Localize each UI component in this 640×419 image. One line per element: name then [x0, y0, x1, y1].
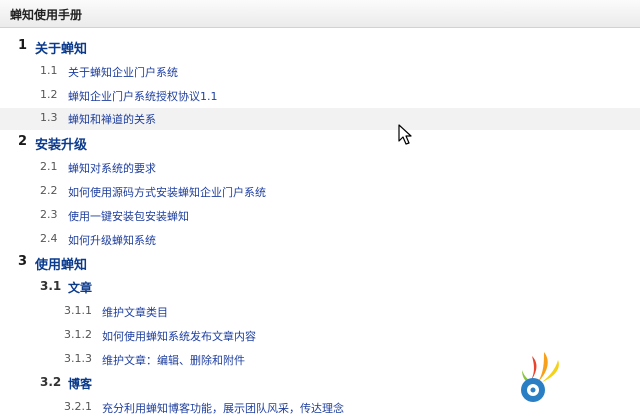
toc-link[interactable]: 如何使用蝉知系统发布文章内容	[102, 328, 256, 344]
toc-link[interactable]: 维护文章：编辑、删除和附件	[102, 352, 245, 368]
toc-link[interactable]: 蝉知对系统的要求	[68, 160, 156, 176]
toc-item-2-1[interactable]: 2.1 蝉知对系统的要求	[0, 157, 640, 179]
toc-number: 3.2.1	[64, 400, 92, 413]
toc-link[interactable]: 安装升级	[35, 134, 87, 153]
toc-number: 2	[18, 134, 28, 149]
toc-number: 2.3	[40, 208, 58, 221]
toc-number: 1.3	[40, 111, 58, 124]
toc-link[interactable]: 蝉知企业门户系统授权协议1.1	[68, 88, 218, 104]
toc-number: 3.1.3	[64, 352, 92, 365]
toc-link[interactable]: 蝉知和禅道的关系	[68, 111, 156, 127]
toc-number: 3	[18, 254, 28, 269]
toc-item-2-4[interactable]: 2.4 如何升级蝉知系统	[0, 229, 640, 251]
toc-item-3-1-1[interactable]: 3.1.1 维护文章类目	[0, 301, 640, 323]
toc-number: 3.2	[40, 375, 62, 389]
toc-link[interactable]: 维护文章类目	[102, 304, 168, 320]
toc-link[interactable]: 充分利用蝉知博客功能，展示团队风采，传达理念	[102, 400, 344, 416]
toc-number: 3.1.1	[64, 304, 92, 317]
toc-number: 2.1	[40, 160, 58, 173]
toc-item-1-1[interactable]: 1.1 关于蝉知企业门户系统	[0, 61, 640, 83]
mouse-pointer-icon	[398, 124, 412, 145]
toc-number: 3.1.2	[64, 328, 92, 341]
toc-link[interactable]: 使用蝉知	[35, 254, 87, 273]
window-titlebar: 蝉知使用手册	[0, 0, 640, 28]
toc-item-1-2[interactable]: 1.2 蝉知企业门户系统授权协议1.1	[0, 85, 640, 107]
app-logo-icon	[521, 352, 559, 402]
toc-link[interactable]: 如何使用源码方式安装蝉知企业门户系统	[68, 184, 266, 200]
toc-number: 1	[18, 38, 28, 53]
toc-number: 2.4	[40, 232, 58, 245]
toc-number: 3.1	[40, 279, 62, 293]
toc-item-3-1-2[interactable]: 3.1.2 如何使用蝉知系统发布文章内容	[0, 325, 640, 347]
toc-number: 2.2	[40, 184, 58, 197]
toc-link[interactable]: 使用一键安装包安装蝉知	[68, 208, 189, 224]
toc-link[interactable]: 文章	[68, 279, 92, 296]
toc-section-2[interactable]: 2 安装升级	[0, 132, 640, 154]
window-title: 蝉知使用手册	[10, 8, 83, 22]
toc-subsection-3-1[interactable]: 3.1 文章	[0, 276, 640, 298]
toc-link[interactable]: 博客	[68, 375, 92, 392]
toc-section-1[interactable]: 1 关于蝉知	[0, 36, 640, 58]
toc-section-3[interactable]: 3 使用蝉知	[0, 252, 640, 274]
toc-item-2-3[interactable]: 2.3 使用一键安装包安装蝉知	[0, 205, 640, 227]
toc-number: 1.1	[40, 64, 58, 77]
toc-link[interactable]: 如何升级蝉知系统	[68, 232, 156, 248]
toc-item-2-2[interactable]: 2.2 如何使用源码方式安装蝉知企业门户系统	[0, 181, 640, 203]
toc-link[interactable]: 关于蝉知	[35, 38, 87, 57]
toc-link[interactable]: 关于蝉知企业门户系统	[68, 64, 178, 80]
toc-number: 1.2	[40, 88, 58, 101]
toc-item-1-3[interactable]: 1.3 蝉知和禅道的关系	[0, 108, 640, 130]
